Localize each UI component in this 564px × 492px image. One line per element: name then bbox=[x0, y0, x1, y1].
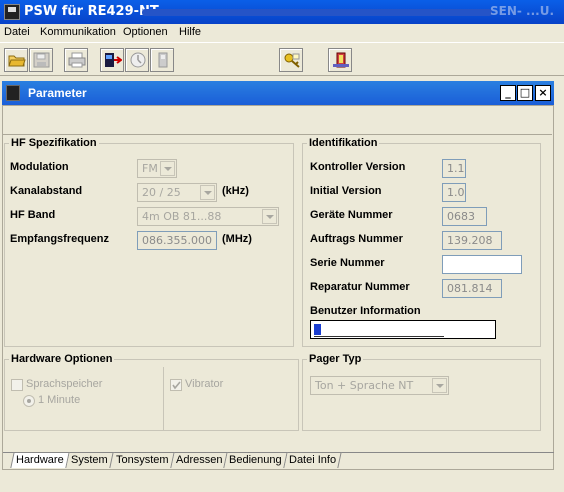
kanalabstand-unit: (kHz) bbox=[222, 185, 249, 197]
menu-bar: Datei Kommunikation Optionen Hilfe bbox=[0, 24, 564, 42]
benutzer-information-label: Benutzer Information bbox=[310, 305, 421, 317]
maximize-button[interactable]: □ bbox=[517, 85, 533, 101]
pager-icon[interactable] bbox=[328, 48, 352, 72]
hf-legend: HF Spezifikation bbox=[11, 137, 97, 149]
reparatur-nummer-field: 081.814 bbox=[442, 279, 502, 298]
initial-version-field: 1.0 bbox=[442, 183, 466, 202]
menu-datei[interactable]: Datei bbox=[4, 26, 30, 38]
kontroller-version-field: 1.1 bbox=[442, 159, 466, 178]
kanalabstand-value: 20 / 25 bbox=[142, 186, 181, 199]
tab-hardware[interactable]: Hardware bbox=[10, 452, 70, 468]
minimize-button[interactable]: _ bbox=[500, 85, 516, 101]
window-title-tail: SEN- ...U. bbox=[490, 4, 555, 18]
title-redaction bbox=[142, 9, 492, 16]
minute-label: 1 Minute bbox=[38, 394, 81, 406]
hardware-optionen-legend: Hardware Optionen bbox=[11, 353, 113, 365]
close-button[interactable]: × bbox=[535, 85, 551, 101]
auftrags-nummer-label: Auftrags Nummer bbox=[310, 233, 403, 245]
underline bbox=[314, 336, 444, 337]
sprachspeicher-label: Sprachspeicher bbox=[26, 378, 103, 390]
save-icon[interactable] bbox=[29, 48, 53, 72]
serie-nummer-label: Serie Nummer bbox=[310, 257, 385, 269]
initial-version-label: Initial Version bbox=[310, 185, 382, 197]
tab-adressen[interactable]: Adressen bbox=[171, 452, 229, 468]
pager-typ-legend: Pager Typ bbox=[309, 353, 362, 365]
menu-hilfe[interactable]: Hilfe bbox=[179, 26, 201, 38]
geraete-nummer-label: Geräte Nummer bbox=[310, 209, 393, 221]
kanalabstand-select[interactable]: 20 / 25 bbox=[137, 183, 217, 202]
text-cursor bbox=[314, 324, 321, 335]
pager-typ-value: Ton + Sprache NT bbox=[315, 379, 414, 392]
chevron-down-icon[interactable] bbox=[200, 185, 215, 200]
modulation-select[interactable]: FM bbox=[137, 159, 177, 178]
tab-bedienung[interactable]: Bedienung bbox=[224, 452, 288, 468]
empfangsfrequenz-field[interactable]: 086.355.000 bbox=[137, 231, 217, 250]
app-icon[interactable] bbox=[4, 4, 20, 20]
kontroller-version-label: Kontroller Version bbox=[310, 161, 406, 173]
clock-icon[interactable] bbox=[125, 48, 149, 72]
hf-band-select[interactable]: 4m OB 81...88 bbox=[137, 207, 279, 226]
empfangsfrequenz-label: Empfangsfrequenz bbox=[10, 233, 110, 245]
reparatur-nummer-label: Reparatur Nummer bbox=[310, 281, 410, 293]
key-icon[interactable] bbox=[279, 48, 303, 72]
device-icon[interactable] bbox=[150, 48, 174, 72]
blank-strip bbox=[3, 106, 552, 135]
tab-system[interactable]: System bbox=[66, 452, 114, 468]
benutzer-information-field[interactable] bbox=[310, 320, 496, 339]
minute-radio[interactable] bbox=[23, 395, 35, 407]
pager-typ-select[interactable]: Ton + Sprache NT bbox=[310, 376, 449, 395]
sprachspeicher-checkbox[interactable] bbox=[11, 379, 23, 391]
hf-band-label: HF Band bbox=[10, 209, 56, 221]
hf-band-value: 4m OB 81...88 bbox=[142, 210, 222, 223]
divider bbox=[163, 367, 164, 431]
menu-kommunikation[interactable]: Kommunikation bbox=[40, 26, 116, 38]
hardware-optionen-group: Hardware Optionen bbox=[4, 353, 299, 431]
toolbar bbox=[0, 42, 564, 76]
identifikation-legend: Identifikation bbox=[309, 137, 378, 149]
vibrator-checkbox[interactable] bbox=[170, 379, 182, 391]
kanalabstand-label: Kanalabstand bbox=[10, 185, 83, 197]
chevron-down-icon[interactable] bbox=[160, 161, 175, 176]
parameter-window-title: Parameter bbox=[28, 86, 87, 100]
chevron-down-icon[interactable] bbox=[432, 378, 447, 393]
chevron-down-icon[interactable] bbox=[262, 209, 277, 224]
serie-nummer-field[interactable] bbox=[442, 255, 522, 274]
open-folder-icon[interactable] bbox=[4, 48, 28, 72]
print-icon[interactable] bbox=[64, 48, 88, 72]
auftrags-nummer-field: 139.208 bbox=[442, 231, 502, 250]
tab-datei-info[interactable]: Datei Info bbox=[284, 452, 342, 468]
modulation-value: FM bbox=[142, 162, 158, 175]
parameter-window-icon[interactable] bbox=[6, 85, 20, 101]
empfangsfrequenz-unit: (MHz) bbox=[222, 233, 252, 245]
geraete-nummer-field: 0683 bbox=[442, 207, 487, 226]
menu-optionen[interactable]: Optionen bbox=[123, 26, 168, 38]
vibrator-label: Vibrator bbox=[185, 378, 224, 390]
modulation-label: Modulation bbox=[10, 161, 69, 173]
connect-icon[interactable] bbox=[100, 48, 124, 72]
tab-tonsystem[interactable]: Tonsystem bbox=[111, 452, 175, 468]
